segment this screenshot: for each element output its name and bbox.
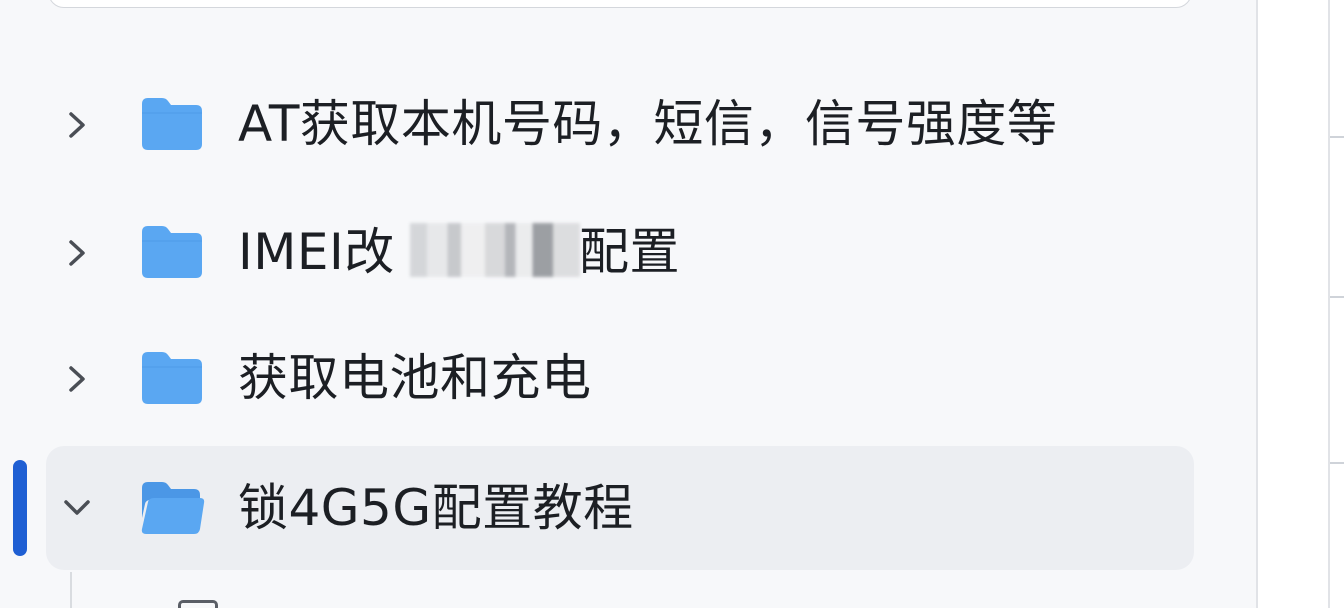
folder-open-icon [141,482,205,534]
tree-item-lock-4g5g[interactable]: 锁4G5G配置教程 [46,446,1194,570]
content-pane [1256,0,1344,608]
row-divider [1330,296,1344,298]
tree-item-at[interactable]: AT获取本机号码，短信，信号强度等 [46,64,1194,188]
chevron-right-icon[interactable] [60,108,94,142]
tree-guide-line [70,572,72,608]
tree-item-label: AT获取本机号码，短信，信号强度等 [238,95,1058,153]
folder-icon [142,226,202,278]
document-icon [178,600,218,608]
folder-icon [142,98,202,150]
row-divider [1330,462,1344,464]
tree-item-label-prefix: IMEI改 [238,223,395,281]
pane-divider [1328,0,1330,608]
tree-item-label: 获取电池和充电 [238,349,592,407]
folder-tree-panel: AT获取本机号码，短信，信号强度等 IMEI改 配置 获取电池和充电 锁4G5G… [0,0,1256,608]
redacted-mosaic [410,223,580,277]
tree-item-battery[interactable]: 获取电池和充电 [46,318,1194,442]
folder-icon [142,352,202,404]
chevron-down-icon[interactable] [60,490,94,524]
chevron-right-icon[interactable] [60,362,94,396]
pane-divider[interactable] [1256,0,1258,608]
tree-item-label-suffix: 配置 [579,223,680,281]
active-indicator [13,460,27,556]
row-divider [1330,136,1344,138]
file-explorer: AT获取本机号码，短信，信号强度等 IMEI改 配置 获取电池和充电 锁4G5G… [0,0,1344,608]
tree-item-imei[interactable]: IMEI改 配置 [46,190,1194,314]
search-input[interactable] [48,0,1192,8]
tree-item-label: 锁4G5G配置教程 [238,479,634,537]
chevron-right-icon[interactable] [60,236,94,270]
